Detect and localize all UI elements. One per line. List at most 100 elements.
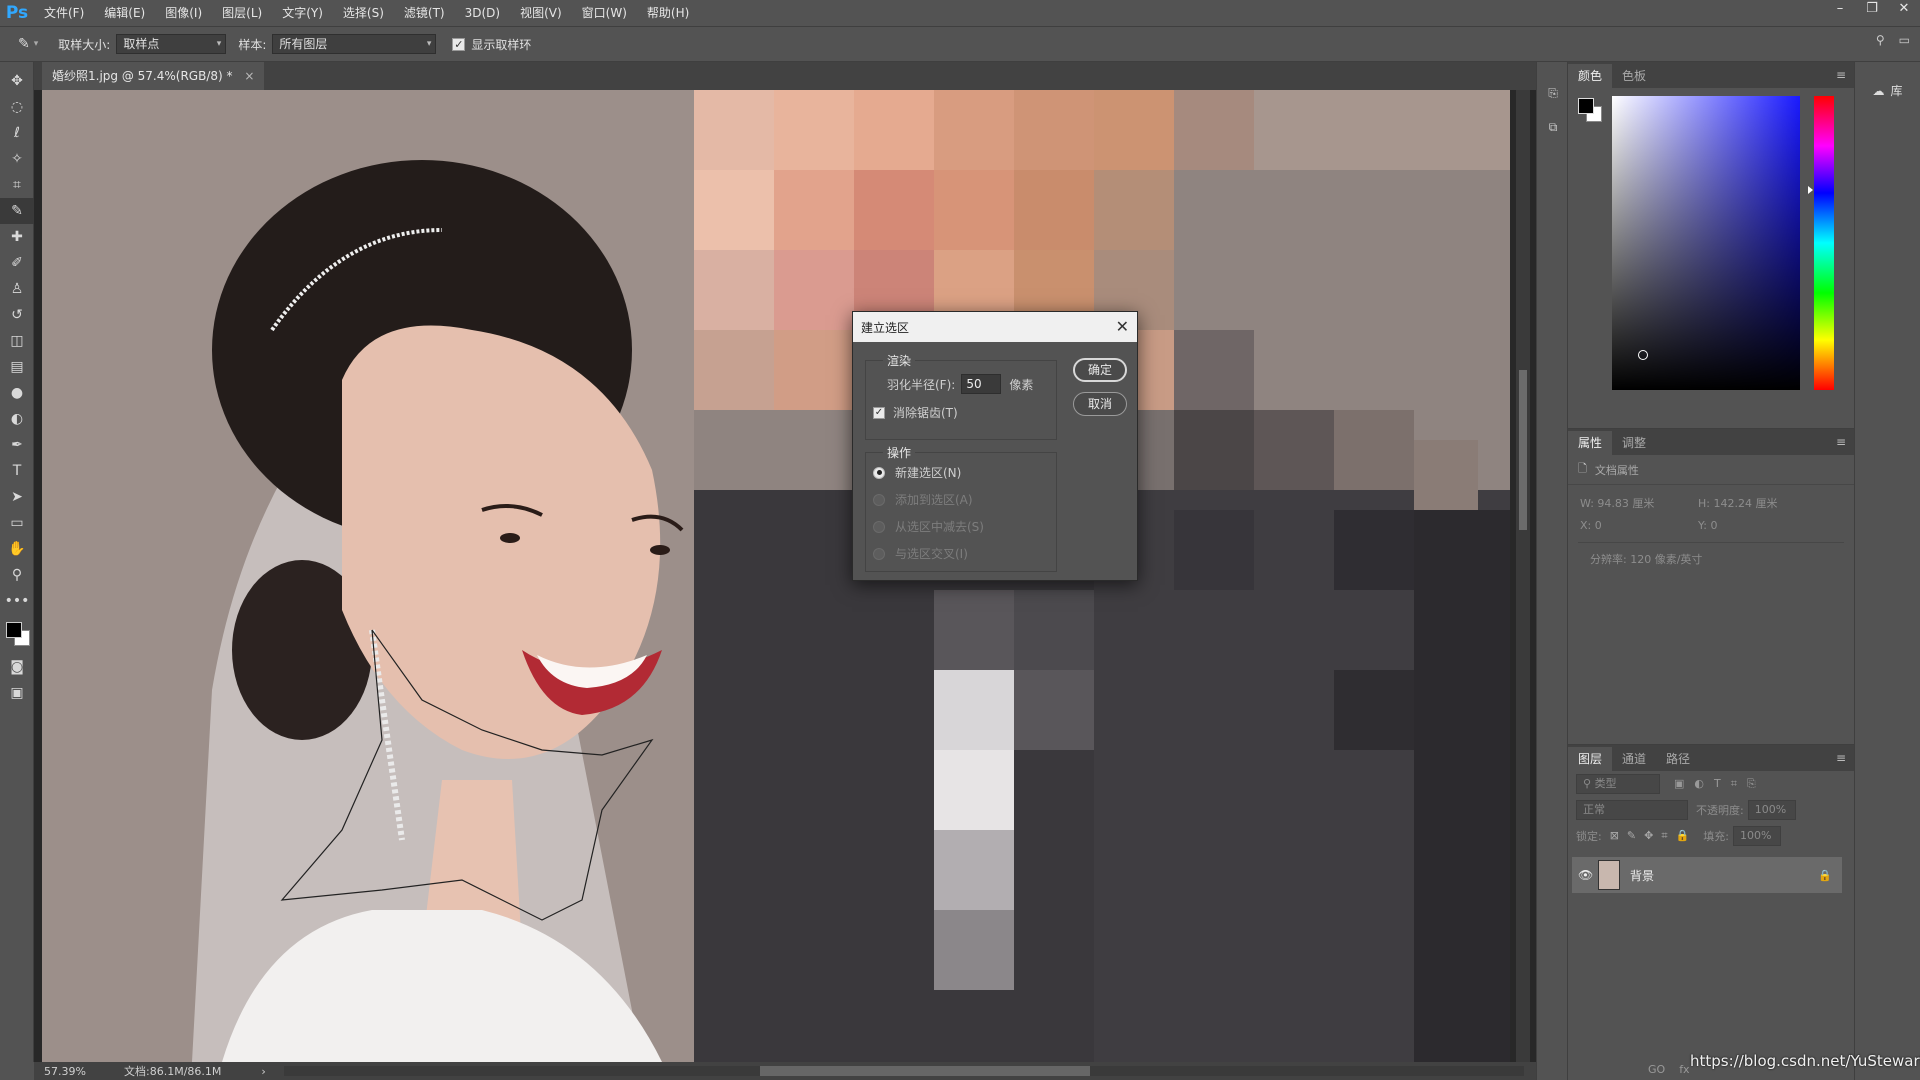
stamp-icon[interactable]: ♙ bbox=[0, 276, 34, 302]
more-icon[interactable]: ••• bbox=[0, 588, 34, 614]
ok-button[interactable]: 确定 bbox=[1073, 358, 1127, 382]
menu-layer[interactable]: 图层(L) bbox=[212, 0, 272, 26]
libraries-button[interactable]: ☁ 库 bbox=[1855, 82, 1920, 99]
color-picker-cursor[interactable] bbox=[1638, 350, 1648, 360]
tab-paths[interactable]: 路径 bbox=[1656, 747, 1700, 771]
healing-icon[interactable]: ✚ bbox=[0, 224, 34, 250]
dialog-title-bar[interactable]: 建立选区 ✕ bbox=[853, 312, 1137, 342]
history-panel-icon[interactable]: ⎘ bbox=[1537, 76, 1569, 110]
color-field[interactable] bbox=[1612, 96, 1800, 390]
foreground-color-swatch[interactable] bbox=[1578, 98, 1594, 114]
menu-window[interactable]: 窗口(W) bbox=[572, 0, 637, 26]
antialias-checkbox[interactable]: ✓ bbox=[873, 406, 885, 419]
menu-image[interactable]: 图像(I) bbox=[155, 0, 212, 26]
restore-button[interactable]: ❐ bbox=[1856, 0, 1888, 20]
tab-color[interactable]: 颜色 bbox=[1568, 64, 1613, 88]
fx-icon[interactable]: fx bbox=[1679, 1063, 1689, 1076]
menu-type[interactable]: 文字(Y) bbox=[272, 0, 333, 26]
tab-swatches[interactable]: 色板 bbox=[1612, 64, 1656, 88]
history-brush-icon[interactable]: ↺ bbox=[0, 302, 34, 328]
layer-name[interactable]: 背景 bbox=[1630, 867, 1654, 884]
tool-preset-chevron-icon[interactable]: ▾ bbox=[34, 39, 39, 49]
op-new-label[interactable]: 新建选区(N) bbox=[895, 464, 961, 481]
photo-canvas[interactable] bbox=[42, 90, 1510, 1062]
dodge-icon[interactable]: ◐ bbox=[0, 406, 34, 432]
canvas-area[interactable] bbox=[34, 90, 1536, 1062]
eyedropper-icon[interactable]: ✎ bbox=[18, 36, 30, 52]
horizontal-scrollbar[interactable] bbox=[284, 1066, 1524, 1076]
opacity-input[interactable]: 100% bbox=[1747, 800, 1796, 820]
tab-adjustments[interactable]: 调整 bbox=[1612, 431, 1656, 455]
op-new-radio[interactable] bbox=[873, 466, 885, 479]
eyedropper-icon[interactable]: ✎ bbox=[0, 198, 34, 224]
workspace-icon[interactable]: ▭ bbox=[1899, 33, 1910, 47]
layer-row-background[interactable]: 👁 背景 🔒 bbox=[1572, 857, 1842, 893]
menu-edit[interactable]: 编辑(E) bbox=[94, 0, 155, 26]
lock-icon[interactable]: 🔒 bbox=[1818, 869, 1832, 882]
blur-icon[interactable]: ● bbox=[0, 380, 34, 406]
fill-input[interactable]: 100% bbox=[1732, 826, 1781, 846]
type-icon[interactable]: T bbox=[0, 458, 34, 484]
op-new-row[interactable]: 新建选区(N) bbox=[873, 464, 961, 481]
zoom-level[interactable]: 57.39% bbox=[34, 1065, 114, 1078]
foreground-swatch[interactable] bbox=[6, 622, 22, 638]
lasso-icon[interactable]: ℓ bbox=[0, 120, 34, 146]
tab-layers[interactable]: 图层 bbox=[1568, 747, 1613, 771]
move-icon[interactable]: ✥ bbox=[0, 68, 34, 94]
vertical-scrollbar[interactable] bbox=[1516, 90, 1530, 1062]
tab-properties[interactable]: 属性 bbox=[1568, 431, 1613, 455]
screen-mode-icon[interactable]: ▣ bbox=[0, 680, 34, 706]
horizontal-scroll-thumb[interactable] bbox=[760, 1066, 1090, 1076]
status-arrow-icon[interactable]: › bbox=[261, 1065, 265, 1078]
hue-slider-marker[interactable] bbox=[1808, 186, 1813, 194]
link-layers-icon[interactable]: GO bbox=[1648, 1063, 1665, 1076]
cancel-button[interactable]: 取消 bbox=[1073, 392, 1127, 416]
antialias-label[interactable]: 消除锯齿(T) bbox=[893, 404, 958, 421]
sample-select[interactable]: 所有图层 ▾ bbox=[272, 34, 437, 54]
gradient-icon[interactable]: ▤ bbox=[0, 354, 34, 380]
tab-channels[interactable]: 通道 bbox=[1612, 747, 1656, 771]
eraser-icon[interactable]: ◫ bbox=[0, 328, 34, 354]
magic-wand-icon[interactable]: ✧ bbox=[0, 146, 34, 172]
path-select-icon[interactable]: ➤ bbox=[0, 484, 34, 510]
panel-menu-icon[interactable]: ≡ bbox=[1836, 435, 1846, 449]
show-ring-checkbox[interactable]: ✓ bbox=[452, 37, 466, 51]
menu-file[interactable]: 文件(F) bbox=[34, 0, 94, 26]
x-value[interactable]: X: 0 bbox=[1580, 519, 1698, 532]
minimize-button[interactable]: – bbox=[1824, 0, 1856, 20]
crop-icon[interactable]: ⌗ bbox=[0, 172, 34, 198]
sample-size-select[interactable]: 取样点 ▾ bbox=[116, 34, 227, 54]
layer-filter-icons[interactable]: ▣◐T⌗⎘ bbox=[1674, 777, 1766, 791]
close-icon[interactable]: ✕ bbox=[1116, 317, 1129, 336]
panel-menu-icon[interactable]: ≡ bbox=[1836, 751, 1846, 765]
menu-select[interactable]: 选择(S) bbox=[333, 0, 394, 26]
menu-3d[interactable]: 3D(D) bbox=[455, 0, 510, 26]
quick-mask-icon[interactable]: ◙ bbox=[0, 654, 34, 680]
menu-view[interactable]: 视图(V) bbox=[510, 0, 572, 26]
vertical-scroll-thumb[interactable] bbox=[1519, 370, 1527, 530]
marquee-icon[interactable]: ◌ bbox=[0, 94, 34, 120]
hue-slider[interactable] bbox=[1814, 96, 1834, 390]
height-value[interactable]: H: 142.24 厘米 bbox=[1698, 495, 1816, 511]
lock-options-icons[interactable]: ⊠✎✥⌗🔒 bbox=[1610, 829, 1698, 843]
menu-filter[interactable]: 滤镜(T) bbox=[394, 0, 455, 26]
menu-help[interactable]: 帮助(H) bbox=[637, 0, 699, 26]
rectangle-icon[interactable]: ▭ bbox=[0, 510, 34, 536]
layer-kind-filter[interactable]: ⚲ 类型 bbox=[1576, 774, 1660, 794]
pen-icon[interactable]: ✒ bbox=[0, 432, 34, 458]
close-window-button[interactable]: ✕ bbox=[1888, 0, 1920, 20]
color-swatches[interactable] bbox=[0, 614, 34, 654]
properties-panel-icon[interactable]: ⧉ bbox=[1537, 110, 1569, 144]
width-value[interactable]: W: 94.83 厘米 bbox=[1580, 495, 1698, 511]
panel-menu-icon[interactable]: ≡ bbox=[1836, 68, 1846, 82]
blend-mode-select[interactable]: 正常 bbox=[1576, 800, 1688, 820]
close-icon[interactable]: × bbox=[244, 69, 254, 83]
feather-radius-input[interactable]: 50 bbox=[961, 374, 1002, 394]
search-icon[interactable]: ⚲ bbox=[1876, 33, 1885, 47]
hand-icon[interactable]: ✋ bbox=[0, 536, 34, 562]
document-tab[interactable]: 婚纱照1.jpg @ 57.4%(RGB/8) * × bbox=[42, 62, 265, 90]
y-value[interactable]: Y: 0 bbox=[1698, 519, 1816, 532]
brush-icon[interactable]: ✐ bbox=[0, 250, 34, 276]
zoom-icon[interactable]: ⚲ bbox=[0, 562, 34, 588]
eye-icon[interactable]: 👁 bbox=[1578, 868, 1598, 882]
